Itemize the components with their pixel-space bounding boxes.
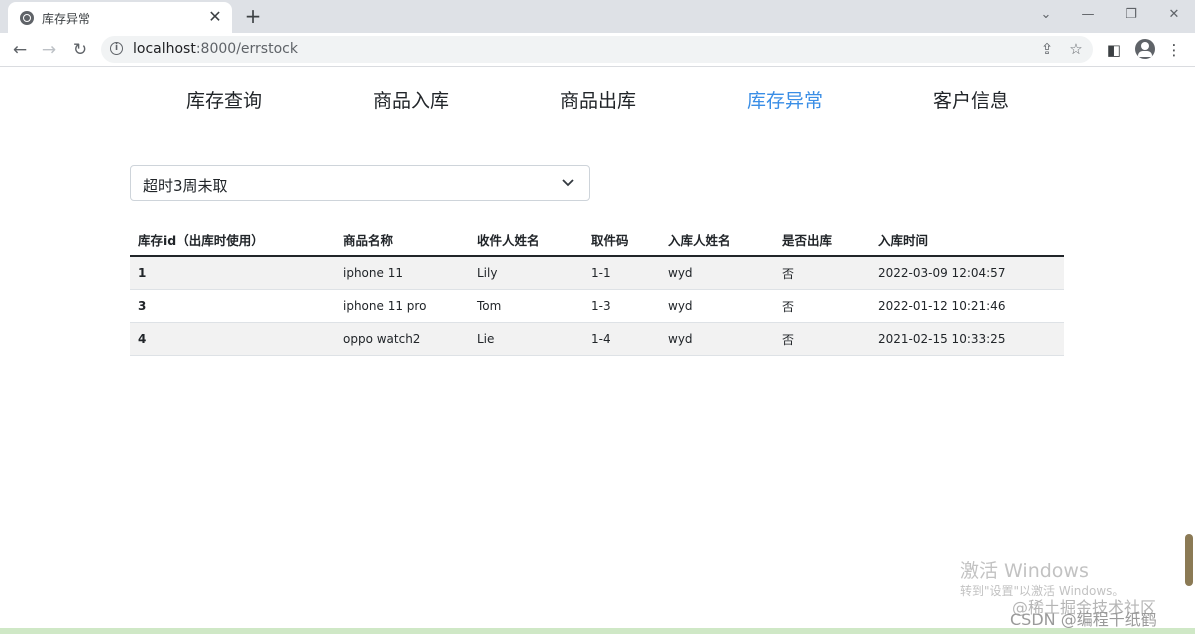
table-row: 3 iphone 11 pro Tom 1-3 wyd 否 2022-01-12… [130, 289, 1064, 323]
column-header-stock-id: 库存id（出库时使用） [130, 224, 335, 257]
cell-product-name: iphone 11 pro [335, 289, 469, 323]
column-header-recipient: 收件人姓名 [469, 224, 583, 257]
cell-pickup-code: 1-4 [583, 322, 660, 356]
close-icon[interactable]: ✕ [206, 8, 224, 26]
activation-watermark-title: 激活 Windows [960, 560, 1089, 582]
browser-tab-strip: 库存异常 ✕ + ⌄ — ❐ ✕ [0, 0, 1195, 33]
url-host: localhost [133, 41, 196, 57]
kebab-menu-icon[interactable]: ⋮ [1163, 39, 1185, 61]
column-header-shipped: 是否出库 [774, 224, 870, 257]
tab-search-icon[interactable]: ⌄ [1033, 4, 1059, 26]
nav-item-stock-error[interactable]: 库存异常 [747, 86, 823, 113]
cell-stock-in-time: 2022-03-09 12:04:57 [870, 256, 1064, 290]
cell-recipient: Lie [469, 322, 583, 356]
info-icon[interactable]: i [110, 42, 123, 55]
cell-operator: wyd [660, 322, 774, 356]
cell-operator: wyd [660, 289, 774, 323]
column-header-pickup-code: 取件码 [583, 224, 660, 257]
minimize-icon[interactable]: — [1075, 4, 1101, 26]
table-row: 4 oppo watch2 Lie 1-4 wyd 否 2021-02-15 1… [130, 322, 1064, 356]
cell-pickup-code: 1-1 [583, 256, 660, 290]
cell-pickup-code: 1-3 [583, 289, 660, 323]
forward-arrow-icon[interactable]: → [37, 38, 61, 62]
nav-item-customer-info[interactable]: 客户信息 [933, 86, 1009, 113]
table-header-row: 库存id（出库时使用） 商品名称 收件人姓名 取件码 入库人姓名 是否出库 入库… [130, 224, 1064, 257]
cell-product-name: iphone 11 [335, 256, 469, 290]
nav-item-stock-in[interactable]: 商品入库 [373, 86, 449, 113]
star-icon[interactable]: ☆ [1066, 39, 1086, 59]
cell-recipient: Lily [469, 256, 583, 290]
cell-stock-in-time: 2022-01-12 10:21:46 [870, 289, 1064, 323]
browser-tab-active[interactable]: 库存异常 ✕ [8, 2, 232, 33]
cell-shipped: 否 [774, 289, 870, 323]
overdue-filter-select[interactable]: 超时3周未取 [130, 165, 590, 201]
nav-item-stock-out[interactable]: 商品出库 [560, 86, 636, 113]
url-path: :8000/errstock [195, 41, 298, 57]
tab-title: 库存异常 [42, 12, 91, 26]
chevron-down-icon [562, 179, 574, 187]
csdn-watermark: CSDN @编程千纸鹤 [1010, 610, 1157, 629]
table-row: 1 iphone 11 Lily 1-1 wyd 否 2022-03-09 12… [130, 256, 1064, 290]
side-panel-icon[interactable]: ◧ [1103, 39, 1125, 61]
cell-stock-id: 4 [130, 322, 335, 356]
plus-icon[interactable]: + [242, 5, 264, 27]
window-close-icon[interactable]: ✕ [1161, 4, 1187, 26]
stock-error-table: 库存id（出库时使用） 商品名称 收件人姓名 取件码 入库人姓名 是否出库 入库… [130, 224, 1064, 356]
cell-product-name: oppo watch2 [335, 322, 469, 356]
nav-item-stock-query[interactable]: 库存查询 [186, 86, 262, 113]
cell-operator: wyd [660, 256, 774, 290]
avatar-icon[interactable] [1135, 39, 1155, 59]
restore-icon[interactable]: ❐ [1118, 4, 1144, 26]
cell-recipient: Tom [469, 289, 583, 323]
select-value: 超时3周未取 [143, 177, 228, 195]
share-icon[interactable]: ⇪ [1037, 39, 1057, 59]
scrollbar-thumb[interactable] [1185, 534, 1193, 586]
cell-shipped: 否 [774, 322, 870, 356]
back-arrow-icon[interactable]: ← [8, 38, 32, 62]
column-header-stock-in-time: 入库时间 [870, 224, 1064, 257]
reload-icon[interactable]: ↻ [68, 38, 92, 62]
browser-toolbar: ← → ↻ i localhost:8000/errstock ⇪ ☆ ◧ ⋮ [0, 33, 1195, 67]
cell-shipped: 否 [774, 256, 870, 290]
address-bar[interactable]: i localhost:8000/errstock ⇪ ☆ [101, 36, 1093, 63]
cell-stock-id: 3 [130, 289, 335, 323]
cell-stock-id: 1 [130, 256, 335, 290]
globe-icon [20, 11, 34, 25]
column-header-operator: 入库人姓名 [660, 224, 774, 257]
main-nav: 库存查询 商品入库 商品出库 库存异常 客户信息 [0, 66, 1195, 126]
column-header-product-name: 商品名称 [335, 224, 469, 257]
url-text[interactable]: localhost:8000/errstock [133, 41, 298, 57]
taskbar-edge [0, 628, 1195, 634]
cell-stock-in-time: 2021-02-15 10:33:25 [870, 322, 1064, 356]
